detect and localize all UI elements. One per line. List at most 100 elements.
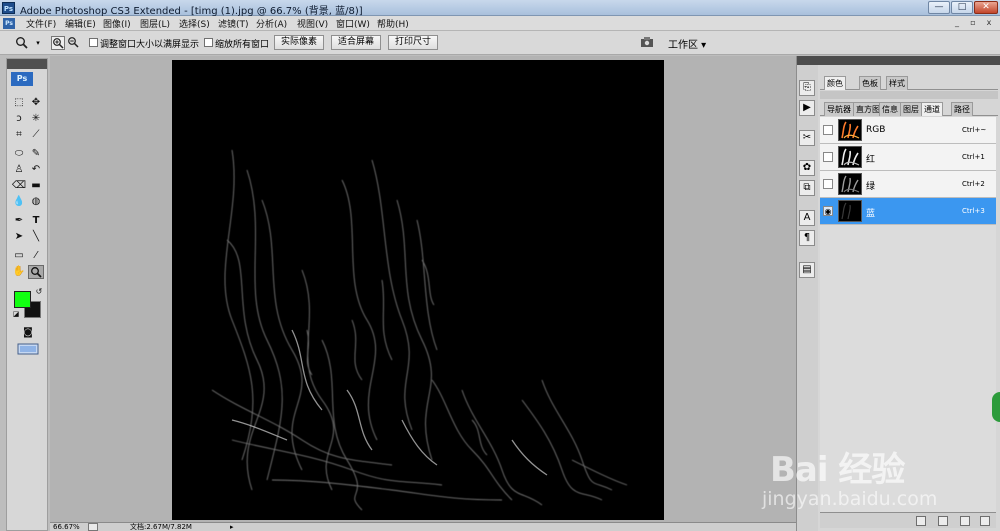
close-button[interactable]: ✕ <box>974 1 998 14</box>
fit-screen-button[interactable]: 适合屏幕 <box>331 35 381 50</box>
zoom-level[interactable]: 66.67% <box>53 523 80 531</box>
delete-channel-icon[interactable] <box>980 516 990 526</box>
screen-mode-icon[interactable] <box>16 343 40 357</box>
zoom-all-windows-checkbox[interactable] <box>204 38 213 47</box>
menu-edit[interactable]: 编辑(E) <box>65 17 96 30</box>
tab-swatches[interactable]: 色板 <box>859 76 881 90</box>
document-icon[interactable]: Ps <box>3 18 15 29</box>
tab-color[interactable]: 颜色 <box>824 76 846 90</box>
tab-layers[interactable]: 图层 <box>900 102 922 116</box>
magic-wand-tool-icon[interactable]: ✳ <box>28 112 44 126</box>
paragraph-panel-icon[interactable]: ¶ <box>799 230 815 246</box>
tab-styles[interactable]: 样式 <box>886 76 908 90</box>
tab-paths[interactable]: 路径 <box>951 102 973 116</box>
menu-analysis[interactable]: 分析(A) <box>256 17 287 30</box>
menu-file[interactable]: 文件(F) <box>26 17 56 30</box>
menu-view[interactable]: 视图(V) <box>297 17 328 30</box>
visibility-toggle[interactable] <box>823 152 833 162</box>
eraser-tool-icon[interactable]: ⌫ <box>11 179 27 193</box>
menu-image[interactable]: 图像(I) <box>103 17 131 30</box>
channel-row-green[interactable]: 绿 Ctrl+2 <box>820 171 996 198</box>
menu-layer[interactable]: 图层(L) <box>140 17 170 30</box>
blur-tool-icon[interactable]: 💧 <box>11 195 27 209</box>
default-colors-icon[interactable]: ◪ <box>8 307 24 321</box>
line-tool-icon[interactable]: ╲ <box>28 230 44 244</box>
status-menu-arrow-icon[interactable]: ▸ <box>230 523 234 531</box>
menu-filter[interactable]: 滤镜(T) <box>218 17 249 30</box>
dock-header[interactable] <box>797 56 819 65</box>
gradient-tool-icon[interactable]: ▬ <box>28 179 44 193</box>
clone-source-panel-icon[interactable]: ⧉ <box>799 180 815 196</box>
pen-tool-icon[interactable]: ✒ <box>11 214 27 228</box>
save-selection-icon[interactable] <box>938 516 948 526</box>
workspace-menu[interactable]: 工作区 ▾ <box>668 36 706 51</box>
crop-tool-icon[interactable]: ⌗ <box>11 128 27 142</box>
eyedropper-tool-icon[interactable]: ⁄ <box>28 249 44 263</box>
tab-channels[interactable]: 通道 <box>921 102 943 116</box>
image-canvas[interactable] <box>172 60 664 520</box>
brush-tool-icon[interactable]: ✎ <box>28 147 44 161</box>
document-size: 文档:2.67M/7.82M <box>130 523 192 531</box>
new-channel-icon[interactable] <box>960 516 970 526</box>
panels-header[interactable] <box>818 56 1000 65</box>
path-selection-tool-icon[interactable]: ➤ <box>11 230 27 244</box>
type-tool-icon[interactable]: T <box>28 214 44 228</box>
menu-help[interactable]: 帮助(H) <box>377 17 409 30</box>
doc-minimize-button[interactable]: _ <box>950 17 964 29</box>
eye-icon[interactable]: ◉ <box>823 206 833 216</box>
layer-comps-panel-icon[interactable]: ▤ <box>799 262 815 278</box>
panels-area: 颜色 色板 样式 导航器 直方图 信息 图层 通道 × 路径 RGB Ctrl+… <box>818 56 1000 531</box>
channel-row-blue[interactable]: ◉ 蓝 Ctrl+3 <box>820 198 996 225</box>
channel-row-red[interactable]: 红 Ctrl+1 <box>820 144 996 171</box>
menu-select[interactable]: 选择(S) <box>179 17 210 30</box>
hand-tool-icon[interactable]: ✋ <box>11 265 27 279</box>
maximize-button[interactable]: □ <box>951 1 973 14</box>
zoom-out-icon[interactable] <box>66 36 80 50</box>
zoom-tool-icon[interactable] <box>15 36 29 50</box>
window-title: Adobe Photoshop CS3 Extended - [timg (1)… <box>20 6 363 17</box>
actual-pixels-button[interactable]: 实际像素 <box>274 35 324 50</box>
visibility-toggle[interactable] <box>823 179 833 189</box>
tab-info[interactable]: 信息 <box>879 102 901 116</box>
clone-stamp-tool-icon[interactable]: ♙ <box>11 163 27 177</box>
move-tool-icon[interactable]: ✥ <box>28 96 44 110</box>
quick-mask-icon[interactable]: ◙ <box>20 326 36 340</box>
tab-navigator[interactable]: 导航器 <box>824 102 854 116</box>
dodge-tool-icon[interactable]: ◍ <box>28 195 44 209</box>
ps-logo[interactable]: Ps <box>11 72 33 86</box>
side-tab[interactable] <box>992 392 1000 422</box>
marquee-tool-icon[interactable]: ⬚ <box>11 96 27 110</box>
lasso-tool-icon[interactable]: ↄ <box>11 112 27 126</box>
channel-shortcut: Ctrl+1 <box>962 153 985 161</box>
brushes-panel-icon[interactable]: ✿ <box>799 160 815 176</box>
panel-dock-strip: ⎘ ▶ ✂ ✿ ⧉ A ¶ ▤ <box>796 56 819 531</box>
print-size-button[interactable]: 打印尺寸 <box>388 35 438 50</box>
foreground-color-swatch[interactable] <box>14 291 31 308</box>
notes-tool-icon[interactable]: ▭ <box>11 249 27 263</box>
doc-restore-button[interactable]: ▫ <box>966 17 980 29</box>
options-bar: ▾ 调整窗口大小以满屏显示 缩放所有窗口 实际像素 适合屏幕 打印尺寸 工作区 … <box>0 31 1000 55</box>
bridge-icon[interactable] <box>640 36 654 50</box>
actions-panel-icon[interactable]: ▶ <box>799 100 815 116</box>
resize-windows-checkbox[interactable] <box>89 38 98 47</box>
menu-window[interactable]: 窗口(W) <box>336 17 370 30</box>
slice-tool-icon[interactable]: ⟋ <box>28 128 44 142</box>
healing-brush-tool-icon[interactable]: ⬭ <box>11 147 27 161</box>
channel-name: 红 <box>866 155 876 165</box>
minimize-button[interactable]: — <box>928 1 950 14</box>
history-panel-icon[interactable]: ⎘ <box>799 80 815 96</box>
channel-name: 蓝 <box>866 209 876 219</box>
zoom-in-icon[interactable] <box>51 36 65 50</box>
load-selection-icon[interactable] <box>916 516 926 526</box>
channel-row-rgb[interactable]: RGB Ctrl+~ <box>820 117 996 144</box>
status-icon[interactable] <box>88 523 98 531</box>
tool-presets-panel-icon[interactable]: ✂ <box>799 130 815 146</box>
tool-preset-chevron-icon[interactable]: ▾ <box>31 36 45 50</box>
history-brush-tool-icon[interactable]: ↶ <box>28 163 44 177</box>
character-panel-icon[interactable]: A <box>799 210 815 226</box>
visibility-toggle[interactable] <box>823 125 833 135</box>
toolbox-header[interactable] <box>7 59 47 69</box>
zoom-tool-button-icon[interactable] <box>28 265 44 279</box>
swap-colors-icon[interactable]: ↺ <box>31 285 47 299</box>
doc-close-button[interactable]: x <box>982 17 996 29</box>
